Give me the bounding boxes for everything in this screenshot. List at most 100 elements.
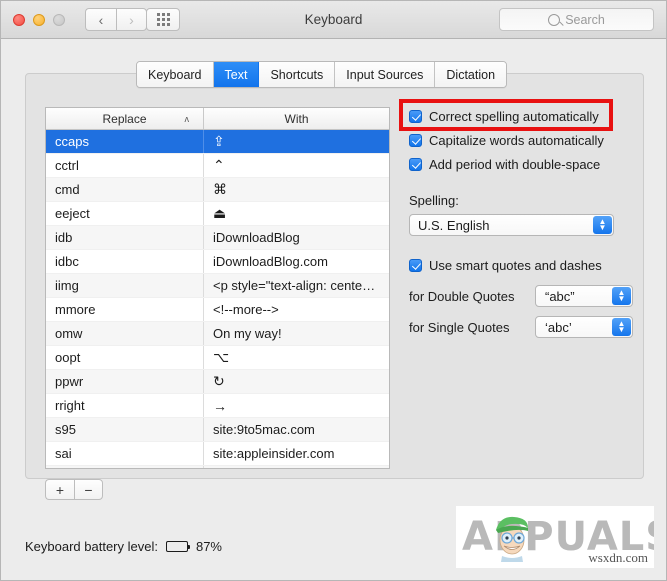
table-row[interactable]: idb iDownloadBlog xyxy=(46,226,389,250)
spelling-label: Spelling: xyxy=(409,193,459,208)
cell-replace: ccaps xyxy=(46,130,204,153)
checkbox-checked-icon[interactable] xyxy=(409,109,422,123)
list-controls: + − xyxy=(45,479,103,500)
preference-tabs: Keyboard Text Shortcuts Input Sources Di… xyxy=(136,61,508,88)
battery-status: Keyboard battery level: 87% xyxy=(25,539,222,554)
single-quotes-dropdown[interactable]: ‘abc’ ▲ ▼ xyxy=(535,316,633,338)
table-body: ccaps ⇪ cctrl ⌃ cmd ⌘ eeject ⏏ idb iDown… xyxy=(46,130,389,468)
table-row[interactable]: ccaps ⇪ xyxy=(46,130,389,154)
cell-with: site:9to5mac.com xyxy=(213,422,315,437)
single-quotes-label: for Single Quotes xyxy=(409,319,510,335)
window-titlebar: ‹ › Keyboard Search xyxy=(1,1,666,39)
cell-replace: ppwr xyxy=(46,370,204,393)
column-header-replace[interactable]: Replace ᴧ xyxy=(46,108,204,129)
watermark-site: wsxdn.com xyxy=(588,550,648,565)
mascot-icon xyxy=(496,516,528,562)
search-input[interactable]: Search xyxy=(499,8,654,31)
cell-with: <!--more--> xyxy=(213,302,279,317)
cell-with: ↻ xyxy=(213,373,225,389)
cell-replace: iimg xyxy=(46,274,204,297)
table-row[interactable]: ppwr ↻ xyxy=(46,370,389,394)
cell-replace: oopt xyxy=(46,346,204,369)
double-quotes-dropdown[interactable]: “abc” ▲ ▼ xyxy=(535,285,633,307)
table-row[interactable]: idbc iDownloadBlog.com xyxy=(46,250,389,274)
checkbox-checked-icon[interactable] xyxy=(409,157,422,171)
column-header-with[interactable]: With xyxy=(204,108,389,129)
column-label: With xyxy=(284,111,309,126)
table-row[interactable]: eeject ⏏ xyxy=(46,202,389,226)
option-add-period[interactable]: Add period with double-space xyxy=(409,153,634,175)
remove-entry-button[interactable]: − xyxy=(74,479,103,500)
double-quotes-row: for Double Quotes “abc” ▲ ▼ xyxy=(409,285,634,307)
cell-replace: cmd xyxy=(46,178,204,201)
table-row[interactable]: s95 site:9to5mac.com xyxy=(46,418,389,442)
tab-keyboard[interactable]: Keyboard xyxy=(137,62,214,87)
chevron-updown-icon: ▲ ▼ xyxy=(593,216,612,234)
table-row[interactable]: cmd ⌘ xyxy=(46,178,389,202)
tab-input-sources[interactable]: Input Sources xyxy=(335,62,436,87)
table-row[interactable]: omw On my way! xyxy=(46,322,389,346)
single-quotes-value: ‘abc’ xyxy=(545,319,572,335)
checkbox-checked-icon[interactable] xyxy=(409,258,422,272)
cell-with: site:cultofmac.com xyxy=(204,466,389,468)
table-row[interactable]: scom site:cultofmac.com xyxy=(46,466,389,468)
battery-icon xyxy=(165,541,191,552)
table-row[interactable]: oopt ⌥ xyxy=(46,346,389,370)
text-replacement-table[interactable]: Replace ᴧ With ccaps ⇪ cctrl ⌃ cmd ⌘ eej… xyxy=(45,107,390,469)
chevron-updown-icon: ▲ ▼ xyxy=(612,318,631,336)
spelling-dropdown[interactable]: U.S. English ▲ ▼ xyxy=(409,214,614,236)
table-header: Replace ᴧ With xyxy=(46,108,389,130)
cell-replace: sai xyxy=(46,442,204,465)
text-options: Correct spelling automatically Capitaliz… xyxy=(409,105,634,338)
cell-with: ⌃ xyxy=(213,157,225,173)
tab-label: Shortcuts xyxy=(270,67,324,82)
single-quotes-row: for Single Quotes ‘abc’ ▲ ▼ xyxy=(409,316,634,338)
plus-icon: + xyxy=(55,481,65,498)
cell-with: site:appleinsider.com xyxy=(213,446,335,461)
cell-with: iDownloadBlog xyxy=(213,230,300,245)
watermark: APPUALS wsxdn.com xyxy=(456,506,654,568)
table-row[interactable]: cctrl ⌃ xyxy=(46,154,389,178)
option-label: Use smart quotes and dashes xyxy=(429,257,602,273)
cell-replace: eeject xyxy=(46,202,204,225)
cell-with: <p style="text-align: cente… xyxy=(213,278,376,293)
table-row[interactable]: iimg <p style="text-align: cente… xyxy=(46,274,389,298)
cell-replace: rright xyxy=(46,394,204,417)
tab-label: Dictation xyxy=(446,67,496,82)
table-row[interactable]: rright → xyxy=(46,394,389,418)
tab-text[interactable]: Text xyxy=(213,62,260,87)
checkbox-checked-icon[interactable] xyxy=(409,133,422,147)
minus-icon: − xyxy=(84,481,93,498)
column-label: Replace xyxy=(102,111,147,126)
option-correct-spelling[interactable]: Correct spelling automatically xyxy=(409,105,634,127)
cell-replace: s95 xyxy=(46,418,204,441)
add-entry-button[interactable]: + xyxy=(45,479,74,500)
option-smart-quotes[interactable]: Use smart quotes and dashes xyxy=(409,254,634,276)
double-quotes-label: for Double Quotes xyxy=(409,288,515,304)
cell-with: ⇪ xyxy=(213,133,225,149)
sort-ascending-icon: ᴧ xyxy=(184,113,190,124)
spelling-value: U.S. English xyxy=(418,217,490,233)
option-capitalize-words[interactable]: Capitalize words automatically xyxy=(409,129,634,151)
tab-label: Input Sources xyxy=(346,67,424,82)
table-row[interactable]: sai site:appleinsider.com xyxy=(46,442,389,466)
cell-with: ⏏ xyxy=(213,205,227,221)
double-quotes-value: “abc” xyxy=(545,288,575,304)
cell-with: ⌥ xyxy=(213,349,230,365)
cell-with: On my way! xyxy=(213,326,282,341)
option-label: Capitalize words automatically xyxy=(429,132,604,148)
tab-label: Text xyxy=(224,67,248,82)
battery-label: Keyboard battery level: xyxy=(25,539,158,554)
option-label: Add period with double-space xyxy=(429,156,601,172)
tab-dictation[interactable]: Dictation xyxy=(435,62,507,87)
search-icon xyxy=(548,13,561,26)
tab-shortcuts[interactable]: Shortcuts xyxy=(259,62,336,87)
cell-replace: mmore xyxy=(46,298,204,321)
cell-with: ⌘ xyxy=(213,181,227,197)
battery-percent: 87% xyxy=(195,539,222,554)
cell-with: iDownloadBlog.com xyxy=(213,254,328,269)
cell-replace: scom xyxy=(46,466,204,468)
table-row[interactable]: mmore <!--more--> xyxy=(46,298,389,322)
option-label: Correct spelling automatically xyxy=(429,108,599,124)
keyboard-preferences-window: ‹ › Keyboard Search Keyboard Text Shortc… xyxy=(0,0,667,581)
